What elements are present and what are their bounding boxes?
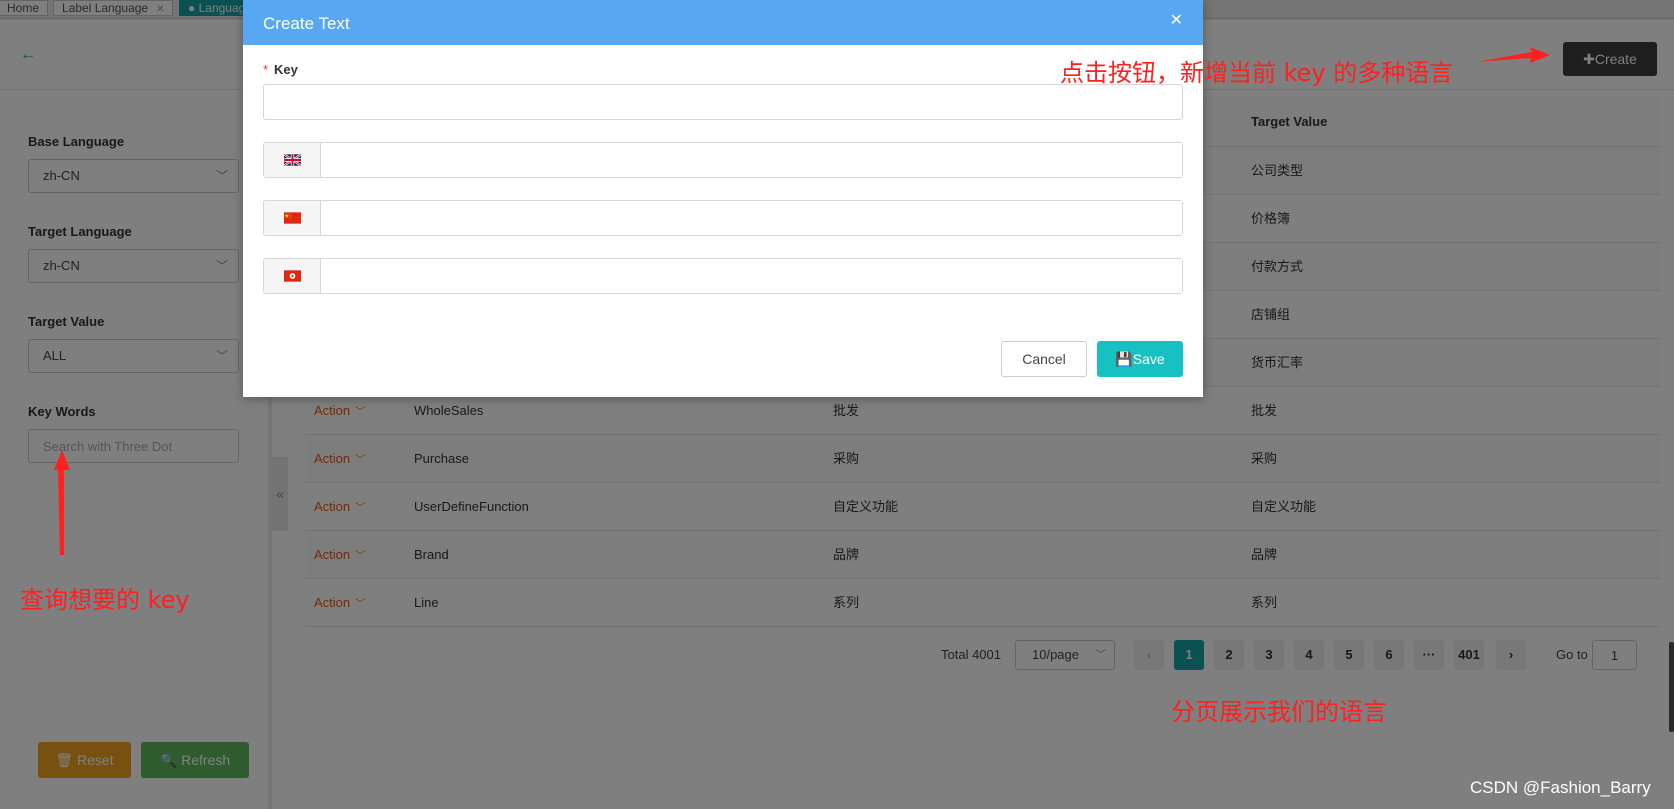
- language-row-zh-cn: [263, 200, 1183, 236]
- search-annotation: 查询想要的 key: [20, 586, 190, 614]
- required-mark: *: [263, 62, 269, 77]
- create-text-dialog: Create Text ✕ * Key Cancel 💾Save: [243, 0, 1203, 397]
- language-addon: [264, 143, 321, 177]
- close-icon[interactable]: ✕: [1170, 10, 1183, 30]
- pagination-annotation: 分页展示我们的语言: [1171, 698, 1387, 726]
- dialog-title: Create Text: [263, 14, 350, 33]
- key-input[interactable]: [263, 84, 1183, 120]
- watermark: CSDN @Fashion_Barry: [1470, 778, 1651, 797]
- simplified-chinese-text-input[interactable]: [322, 201, 1182, 235]
- hong-kong-flag-icon: [284, 270, 301, 282]
- key-label: Key: [274, 62, 298, 77]
- language-row-zh-hk: [263, 258, 1183, 294]
- language-addon: [264, 201, 321, 235]
- cancel-button[interactable]: Cancel: [1001, 341, 1087, 377]
- traditional-chinese-text-input[interactable]: [322, 259, 1182, 293]
- uk-flag-icon: [284, 154, 301, 166]
- china-flag-icon: [284, 212, 301, 224]
- dialog-header: Create Text ✕: [243, 0, 1203, 45]
- save-button[interactable]: 💾Save: [1097, 341, 1183, 377]
- language-addon: [264, 259, 321, 293]
- language-row-en: [263, 142, 1183, 178]
- create-annotation: 点击按钮，新增当前 key 的多种语言: [1060, 59, 1454, 87]
- english-text-input[interactable]: [322, 143, 1182, 177]
